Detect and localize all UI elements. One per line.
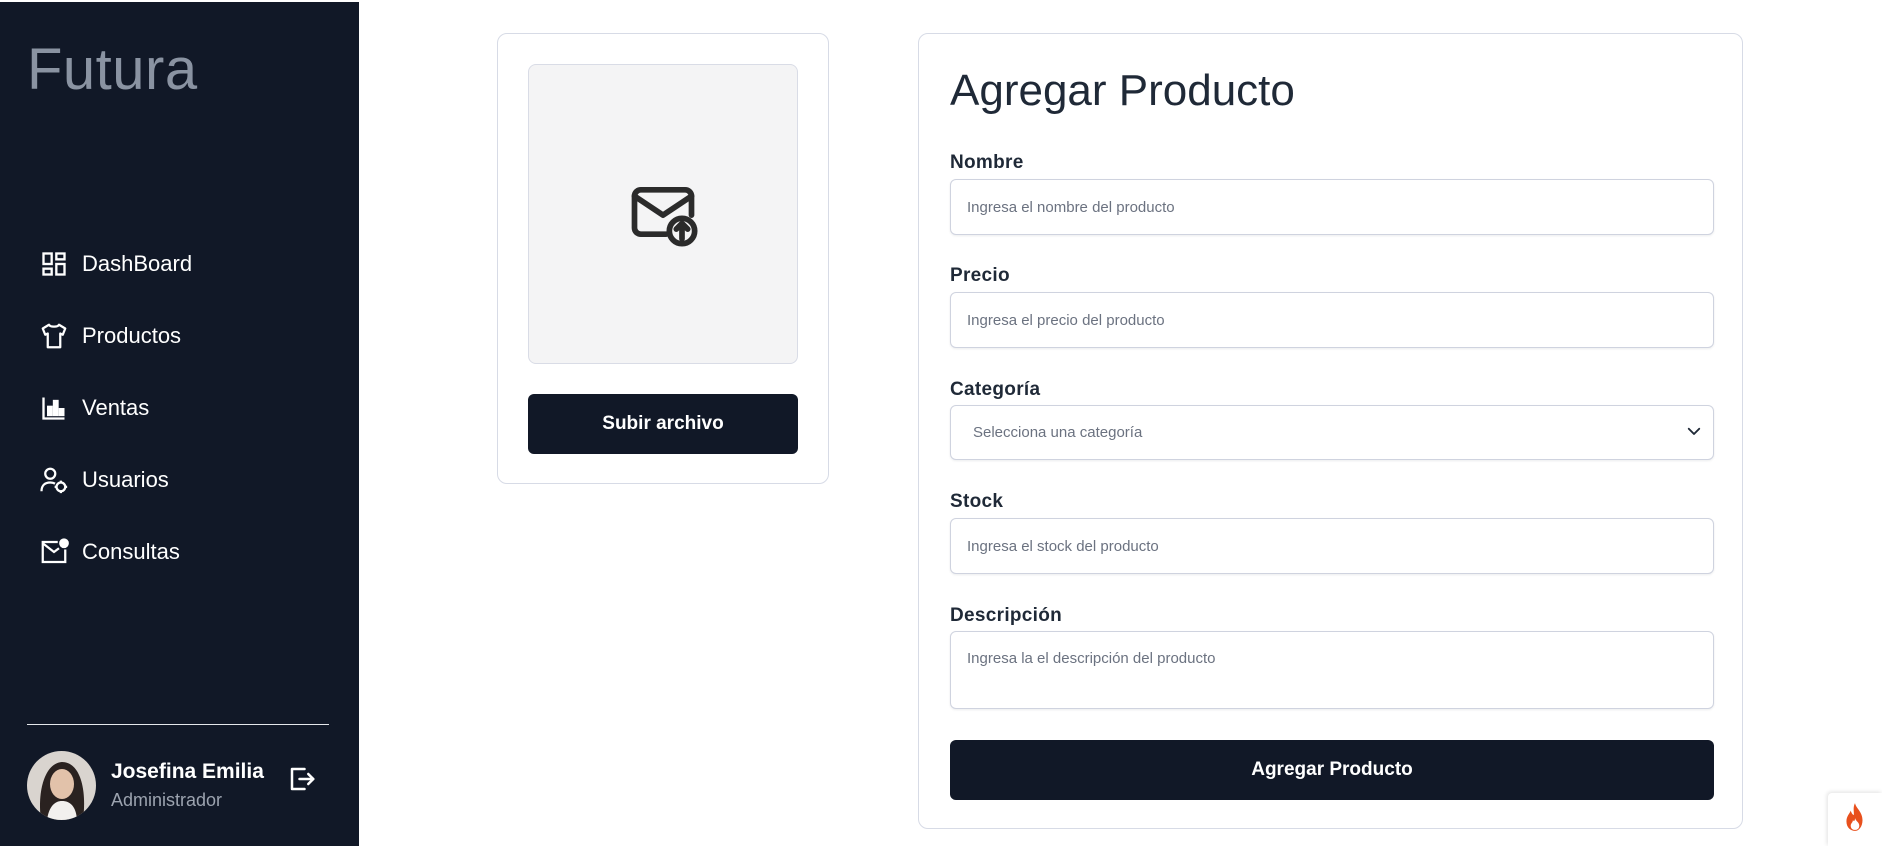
stock-label: Stock [950,491,1004,512]
dashboard-icon [38,248,70,280]
price-label: Precio [950,265,1010,286]
page-title: Agregar Producto [950,66,1295,115]
logout-icon [287,764,317,799]
user-name: Josefina Emilia [111,760,264,783]
sidebar-item-label: DashBoard [82,251,193,276]
add-product-form: Agregar Producto Nombre Precio Categoría… [918,33,1743,829]
sidebar-divider [27,724,329,725]
sidebar-item-ventas[interactable]: Ventas [38,390,192,426]
chevron-down-icon [1685,422,1703,444]
mail-notification-icon [38,536,70,568]
sidebar-item-usuarios[interactable]: Usuarios [38,462,192,498]
app-root: Futura DashBoard Productos Ventas Usuari… [0,0,1882,846]
category-select[interactable]: Selecciona una categoría [950,405,1714,460]
upload-file-button[interactable]: Subir archivo [528,394,798,454]
user-role: Administrador [111,790,223,810]
description-label: Descripción [950,605,1063,626]
category-select-value: Selecciona una categoría [973,424,1143,441]
name-label: Nombre [950,152,1024,173]
bar-chart-icon [38,392,70,424]
avatar[interactable] [27,751,96,820]
sidebar-item-label: Usuarios [82,467,169,492]
add-product-button[interactable]: Agregar Producto [950,740,1714,800]
flame-widget-button[interactable] [1828,793,1882,846]
sidebar: Futura DashBoard Productos Ventas Usuari… [0,2,359,846]
image-upload-card: Subir archivo [497,33,829,484]
shirt-icon [38,320,70,352]
stock-field[interactable] [950,518,1714,574]
brand-logo[interactable]: Futura [27,36,198,103]
flame-icon [1842,802,1868,837]
user-profile: Josefina Emilia Administrador [27,751,329,820]
category-label: Categoría [950,379,1041,400]
sidebar-item-label: Ventas [82,395,150,420]
price-field[interactable] [950,292,1714,348]
sidebar-item-label: Consultas [82,539,180,564]
name-field[interactable] [950,179,1714,235]
mail-upload-icon [625,174,701,255]
logout-button[interactable] [285,764,319,798]
sidebar-item-dashboard[interactable]: DashBoard [38,246,192,282]
description-field[interactable] [950,631,1714,709]
sidebar-nav: DashBoard Productos Ventas Usuarios Cons… [38,246,192,606]
sidebar-item-productos[interactable]: Productos [38,318,192,354]
user-settings-icon [38,464,70,496]
image-dropzone[interactable] [528,64,798,364]
sidebar-item-consultas[interactable]: Consultas [38,534,192,570]
sidebar-item-label: Productos [82,323,182,348]
user-info: Josefina Emilia Administrador [111,760,264,811]
